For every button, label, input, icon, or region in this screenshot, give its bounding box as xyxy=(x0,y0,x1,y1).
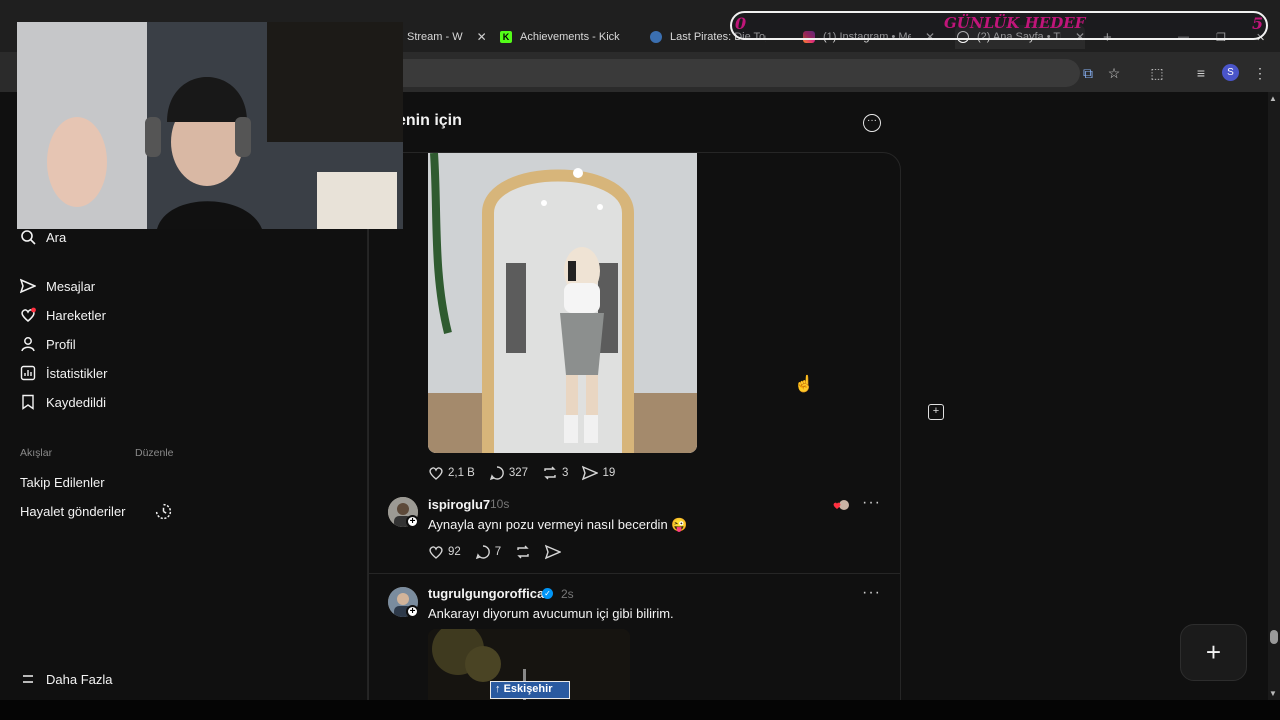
like-button[interactable]: 2,1 B xyxy=(428,465,475,481)
share-button[interactable] xyxy=(545,544,562,560)
sidebar-item-search[interactable]: Ara xyxy=(20,229,66,245)
stats-icon xyxy=(20,365,36,381)
sidebar-feed-following[interactable]: Takip Edilenler xyxy=(20,475,105,490)
bookmark-star-icon[interactable]: ☆ xyxy=(1104,63,1124,83)
sidebar-item-messages[interactable]: Mesajlar xyxy=(20,278,95,294)
comment-button[interactable]: 7 xyxy=(475,544,501,560)
mirror-selfie-photo xyxy=(428,153,697,453)
sidebar-feed-ghost-posts[interactable]: Hayalet gönderiler xyxy=(20,504,126,519)
create-post-button[interactable]: + xyxy=(1180,624,1247,681)
share-count: 19 xyxy=(602,467,616,479)
send-icon xyxy=(582,465,599,481)
comment-button[interactable]: 327 xyxy=(489,465,528,481)
sidebar-item-label: Ara xyxy=(46,229,67,245)
goal-target-value: 5 xyxy=(1252,14,1264,33)
more-options-icon[interactable]: ··· xyxy=(862,584,881,602)
sidebar-item-label: Kaydedildi xyxy=(46,394,106,410)
post-username[interactable]: tugrulgungoroffical xyxy=(428,586,548,601)
address-bar[interactable] xyxy=(300,59,1080,87)
post-time: 10s xyxy=(490,497,510,511)
scroll-down-icon[interactable]: ▼ xyxy=(1269,689,1277,698)
post-image[interactable] xyxy=(428,153,697,453)
profile-icon[interactable]: S xyxy=(1222,64,1239,81)
person-icon xyxy=(21,337,35,352)
sidebar-item-label: Daha Fazla xyxy=(46,671,113,687)
heart-icon xyxy=(429,467,443,480)
follow-plus-icon[interactable]: + xyxy=(406,605,419,618)
repost-count: 3 xyxy=(562,467,569,479)
share-button[interactable]: 19 xyxy=(582,465,615,481)
sidebar-item-label: Hareketler xyxy=(46,307,106,323)
ghost-clock-icon xyxy=(155,503,172,520)
repost-button[interactable]: 3 xyxy=(542,465,568,481)
post-username[interactable]: ispiroglu7 xyxy=(428,497,490,512)
menu-icon[interactable]: ⋮ xyxy=(1250,63,1270,83)
post-actions: 92 7 xyxy=(428,544,562,560)
goal-title: GÜNLÜK HEDEF xyxy=(944,14,1086,32)
repost-icon xyxy=(517,545,529,559)
sidebar-item-saved[interactable]: Kaydedildi xyxy=(20,394,106,410)
taskbar-strip xyxy=(0,700,1280,720)
verified-badge-icon: ✓ xyxy=(542,588,553,599)
follow-plus-icon[interactable]: + xyxy=(406,515,419,528)
goal-current-value: 0 xyxy=(735,14,747,33)
sidebar-item-label: İstatistikler xyxy=(46,365,108,381)
post-actions: 2,1 B 327 3 19 xyxy=(428,465,615,481)
street-sign: ↑ Eskişehir xyxy=(490,681,570,699)
steam-favicon-icon xyxy=(650,31,662,43)
sidebar-item-label: Mesajlar xyxy=(46,278,96,294)
liked-by-author-icon xyxy=(833,498,849,510)
close-icon[interactable]: ✕ xyxy=(634,30,635,44)
tab-stream[interactable]: Stream - W ✕ xyxy=(407,25,485,49)
send-icon xyxy=(545,544,562,560)
comment-count: 327 xyxy=(508,467,529,479)
bookmark-icon xyxy=(22,394,34,410)
feeds-section-label: Akışlar xyxy=(20,447,53,459)
comment-count: 7 xyxy=(494,546,502,558)
post-divider xyxy=(369,573,900,574)
like-count: 2,1 B xyxy=(448,467,475,479)
hamburger-menu-icon xyxy=(23,675,33,683)
comment-icon xyxy=(489,466,504,481)
close-icon[interactable]: ✕ xyxy=(477,30,485,44)
kick-favicon-icon: K xyxy=(500,31,512,43)
post-text: Ankarayı diyorum avucumun içi gibi bilir… xyxy=(428,606,674,621)
hand-cursor-icon: ☝ xyxy=(794,376,814,393)
edit-feeds-link[interactable]: Düzenle xyxy=(135,447,174,459)
sidebar-item-label: Profil xyxy=(46,336,76,352)
sidebar-more[interactable]: Daha Fazla xyxy=(20,671,112,687)
scrollbar[interactable] xyxy=(1268,92,1280,700)
like-count: 92 xyxy=(448,546,461,558)
like-button[interactable]: 92 xyxy=(428,544,461,560)
feed-options-icon[interactable]: ··· xyxy=(863,114,881,132)
sidebar-item-insights[interactable]: İstatistikler xyxy=(20,365,107,381)
comment-icon xyxy=(475,545,490,560)
scrollbar-thumb[interactable] xyxy=(1270,630,1278,644)
sidebar-item-label: Hayalet gönderiler xyxy=(20,504,126,519)
send-icon xyxy=(20,278,36,294)
tab-title: Stream - W xyxy=(407,31,463,43)
webcam-feed xyxy=(17,22,403,229)
repost-button[interactable] xyxy=(515,544,531,560)
tab-title: Achievements - Kick xyxy=(520,31,620,43)
sidebar-item-activity[interactable]: Hareketler xyxy=(20,307,106,323)
scroll-up-icon[interactable]: ▲ xyxy=(1269,94,1277,103)
heart-icon xyxy=(429,546,443,559)
feed-title[interactable]: enin için xyxy=(397,112,462,130)
add-column-icon[interactable]: + xyxy=(928,404,944,420)
install-app-icon[interactable]: ⧉ xyxy=(1078,63,1098,83)
post-text: Aynayla aynı pozu vermeyi nasıl becerdin… xyxy=(428,517,688,532)
search-icon xyxy=(21,230,36,245)
heart-icon xyxy=(21,307,36,322)
sign-text: Eskişehir xyxy=(503,683,553,695)
post-time: 2s xyxy=(561,587,574,601)
more-options-icon[interactable]: ··· xyxy=(862,494,881,512)
sidebar-item-label: Takip Edilenler xyxy=(20,475,105,490)
tab-kick-achievements[interactable]: K Achievements - Kick ✕ xyxy=(500,25,635,49)
extensions-icon[interactable]: ⬚ xyxy=(1147,63,1167,83)
media-control-icon[interactable]: ≡ xyxy=(1191,63,1211,83)
sidebar-item-profile[interactable]: Profil xyxy=(20,336,76,352)
webcam-overlay xyxy=(17,22,403,229)
repost-icon xyxy=(544,466,556,480)
